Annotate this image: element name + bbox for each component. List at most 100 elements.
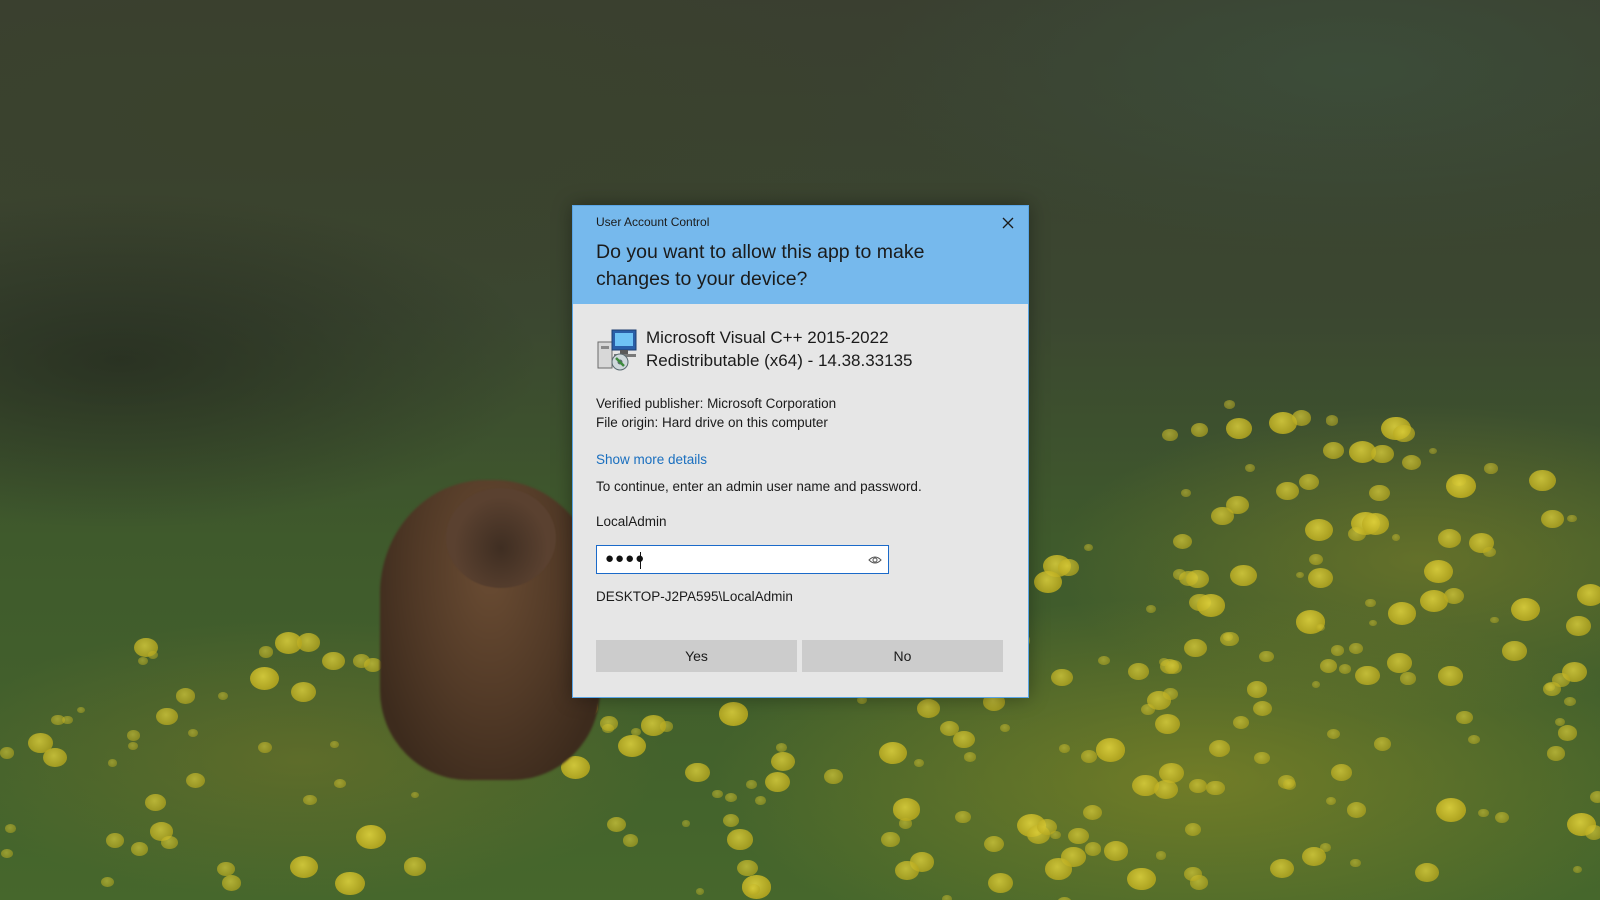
wallpaper-flower (1330, 644, 1345, 656)
wallpaper-flower (155, 707, 178, 726)
wallpaper-flower (1371, 444, 1394, 463)
wallpaper-flower (892, 798, 921, 821)
wallpaper-flower (1387, 602, 1416, 625)
wallpaper-flower (403, 857, 427, 876)
wallpaper-flower (1322, 441, 1345, 459)
wallpaper-flower (176, 688, 196, 704)
wallpaper-flower (718, 702, 749, 726)
wallpaper-flower (1468, 532, 1494, 553)
password-field[interactable]: ●●●● (596, 545, 889, 574)
wallpaper-flower (1082, 804, 1102, 820)
wallpaper-flower (1033, 570, 1062, 594)
wallpaper-flower (1311, 681, 1321, 688)
wallpaper-flower (916, 699, 941, 718)
wallpaper-flower (1308, 554, 1323, 566)
wallpaper-flower (1347, 802, 1367, 818)
wallpaper-flower (952, 730, 975, 749)
wallpaper-flower (1494, 812, 1509, 824)
wallpaper-flower (1254, 751, 1270, 765)
wallpaper-flower (1566, 615, 1591, 636)
wallpaper-flower (1490, 616, 1499, 624)
wallpaper-flower (824, 769, 843, 785)
close-icon (1002, 217, 1014, 229)
wallpaper-flower (1349, 643, 1363, 654)
wallpaper-flower (107, 759, 118, 767)
close-button[interactable] (998, 213, 1018, 233)
wallpaper-flower (755, 796, 767, 805)
wallpaper-flower (1325, 415, 1339, 426)
wallpaper-flower (144, 793, 166, 811)
wallpaper-flower (1338, 664, 1351, 674)
wallpaper-flower (913, 758, 924, 767)
wallpaper-flower (1414, 863, 1439, 883)
wallpaper-flower (290, 855, 319, 878)
wallpaper-flower (607, 816, 627, 832)
username-label: LocalAdmin (596, 514, 667, 529)
wallpaper-flower (1387, 653, 1412, 673)
wallpaper-flower (1276, 481, 1300, 500)
wallpaper-flower (964, 752, 977, 762)
wallpaper-flower (685, 762, 710, 783)
wallpaper-flower (1529, 469, 1556, 491)
wallpaper-flower (1068, 827, 1089, 845)
yes-button[interactable]: Yes (596, 640, 797, 672)
uac-dialog: User Account Control Do you want to allo… (572, 205, 1029, 698)
wallpaper-flower (258, 742, 272, 754)
wallpaper-flower (1502, 641, 1527, 661)
file-origin: File origin: Hard drive on this computer (596, 415, 828, 430)
wallpaper-flower (1437, 528, 1462, 548)
wallpaper-flower (1225, 496, 1249, 515)
wallpaper-flower (954, 810, 971, 824)
wallpaper-flower (1435, 798, 1466, 822)
wallpaper-flower (1347, 526, 1366, 542)
wallpaper-flower (1097, 655, 1110, 666)
wallpaper-flower (335, 871, 365, 896)
text-caret (640, 552, 641, 569)
dialog-caption: User Account Control (596, 215, 710, 229)
wallpaper-flower (1373, 737, 1392, 752)
wallpaper-flower (187, 728, 198, 737)
wallpaper-flower (1557, 725, 1577, 741)
wallpaper-flower (622, 834, 639, 847)
wallpaper-flower (727, 829, 753, 850)
eye-icon[interactable] (868, 553, 882, 567)
desktop-wallpaper: User Account Control Do you want to allo… (0, 0, 1600, 900)
wallpaper-flower (1103, 841, 1129, 862)
wallpaper-flower (1044, 858, 1072, 880)
no-button[interactable]: No (802, 640, 1003, 672)
wallpaper-flower (712, 789, 723, 799)
wallpaper-flower (0, 747, 15, 759)
wallpaper-flower (1225, 417, 1253, 439)
wallpaper-flower (303, 794, 317, 806)
wallpaper-flower (1084, 842, 1102, 856)
wallpaper-flower (1369, 484, 1390, 501)
wallpaper-flower (1320, 842, 1332, 852)
wallpaper-flower (216, 861, 236, 877)
wallpaper-flower (1438, 666, 1463, 686)
wallpaper-flower (1172, 568, 1187, 580)
wallpaper-flower (28, 733, 53, 754)
wallpaper-flower (274, 632, 302, 654)
wallpaper-flower (1428, 447, 1437, 455)
wallpaper-flower (186, 772, 206, 788)
continue-prompt: To continue, enter an admin user name an… (596, 479, 922, 494)
wallpaper-flower (5, 824, 17, 833)
wallpaper-flower (1419, 589, 1448, 613)
wallpaper-flower (895, 861, 919, 880)
wallpaper-flower (881, 832, 900, 847)
wallpaper-flower (1547, 746, 1565, 761)
wallpaper-flower (1232, 715, 1250, 729)
wallpaper-flower (1080, 749, 1097, 763)
wallpaper-flower (134, 637, 159, 657)
wallpaper-flower (1164, 660, 1182, 674)
show-more-details-link[interactable]: Show more details (596, 452, 707, 467)
wallpaper-flower (1566, 514, 1577, 523)
wallpaper-flower (1154, 779, 1178, 799)
verified-publisher: Verified publisher: Microsoft Corporatio… (596, 396, 837, 411)
uac-header: User Account Control Do you want to allo… (573, 206, 1028, 304)
wallpaper-flower (1446, 473, 1477, 498)
wallpaper-flower (878, 742, 907, 765)
wallpaper-flower (1291, 410, 1312, 427)
wallpaper-flower (1468, 734, 1480, 744)
wallpaper-flower (353, 654, 370, 668)
